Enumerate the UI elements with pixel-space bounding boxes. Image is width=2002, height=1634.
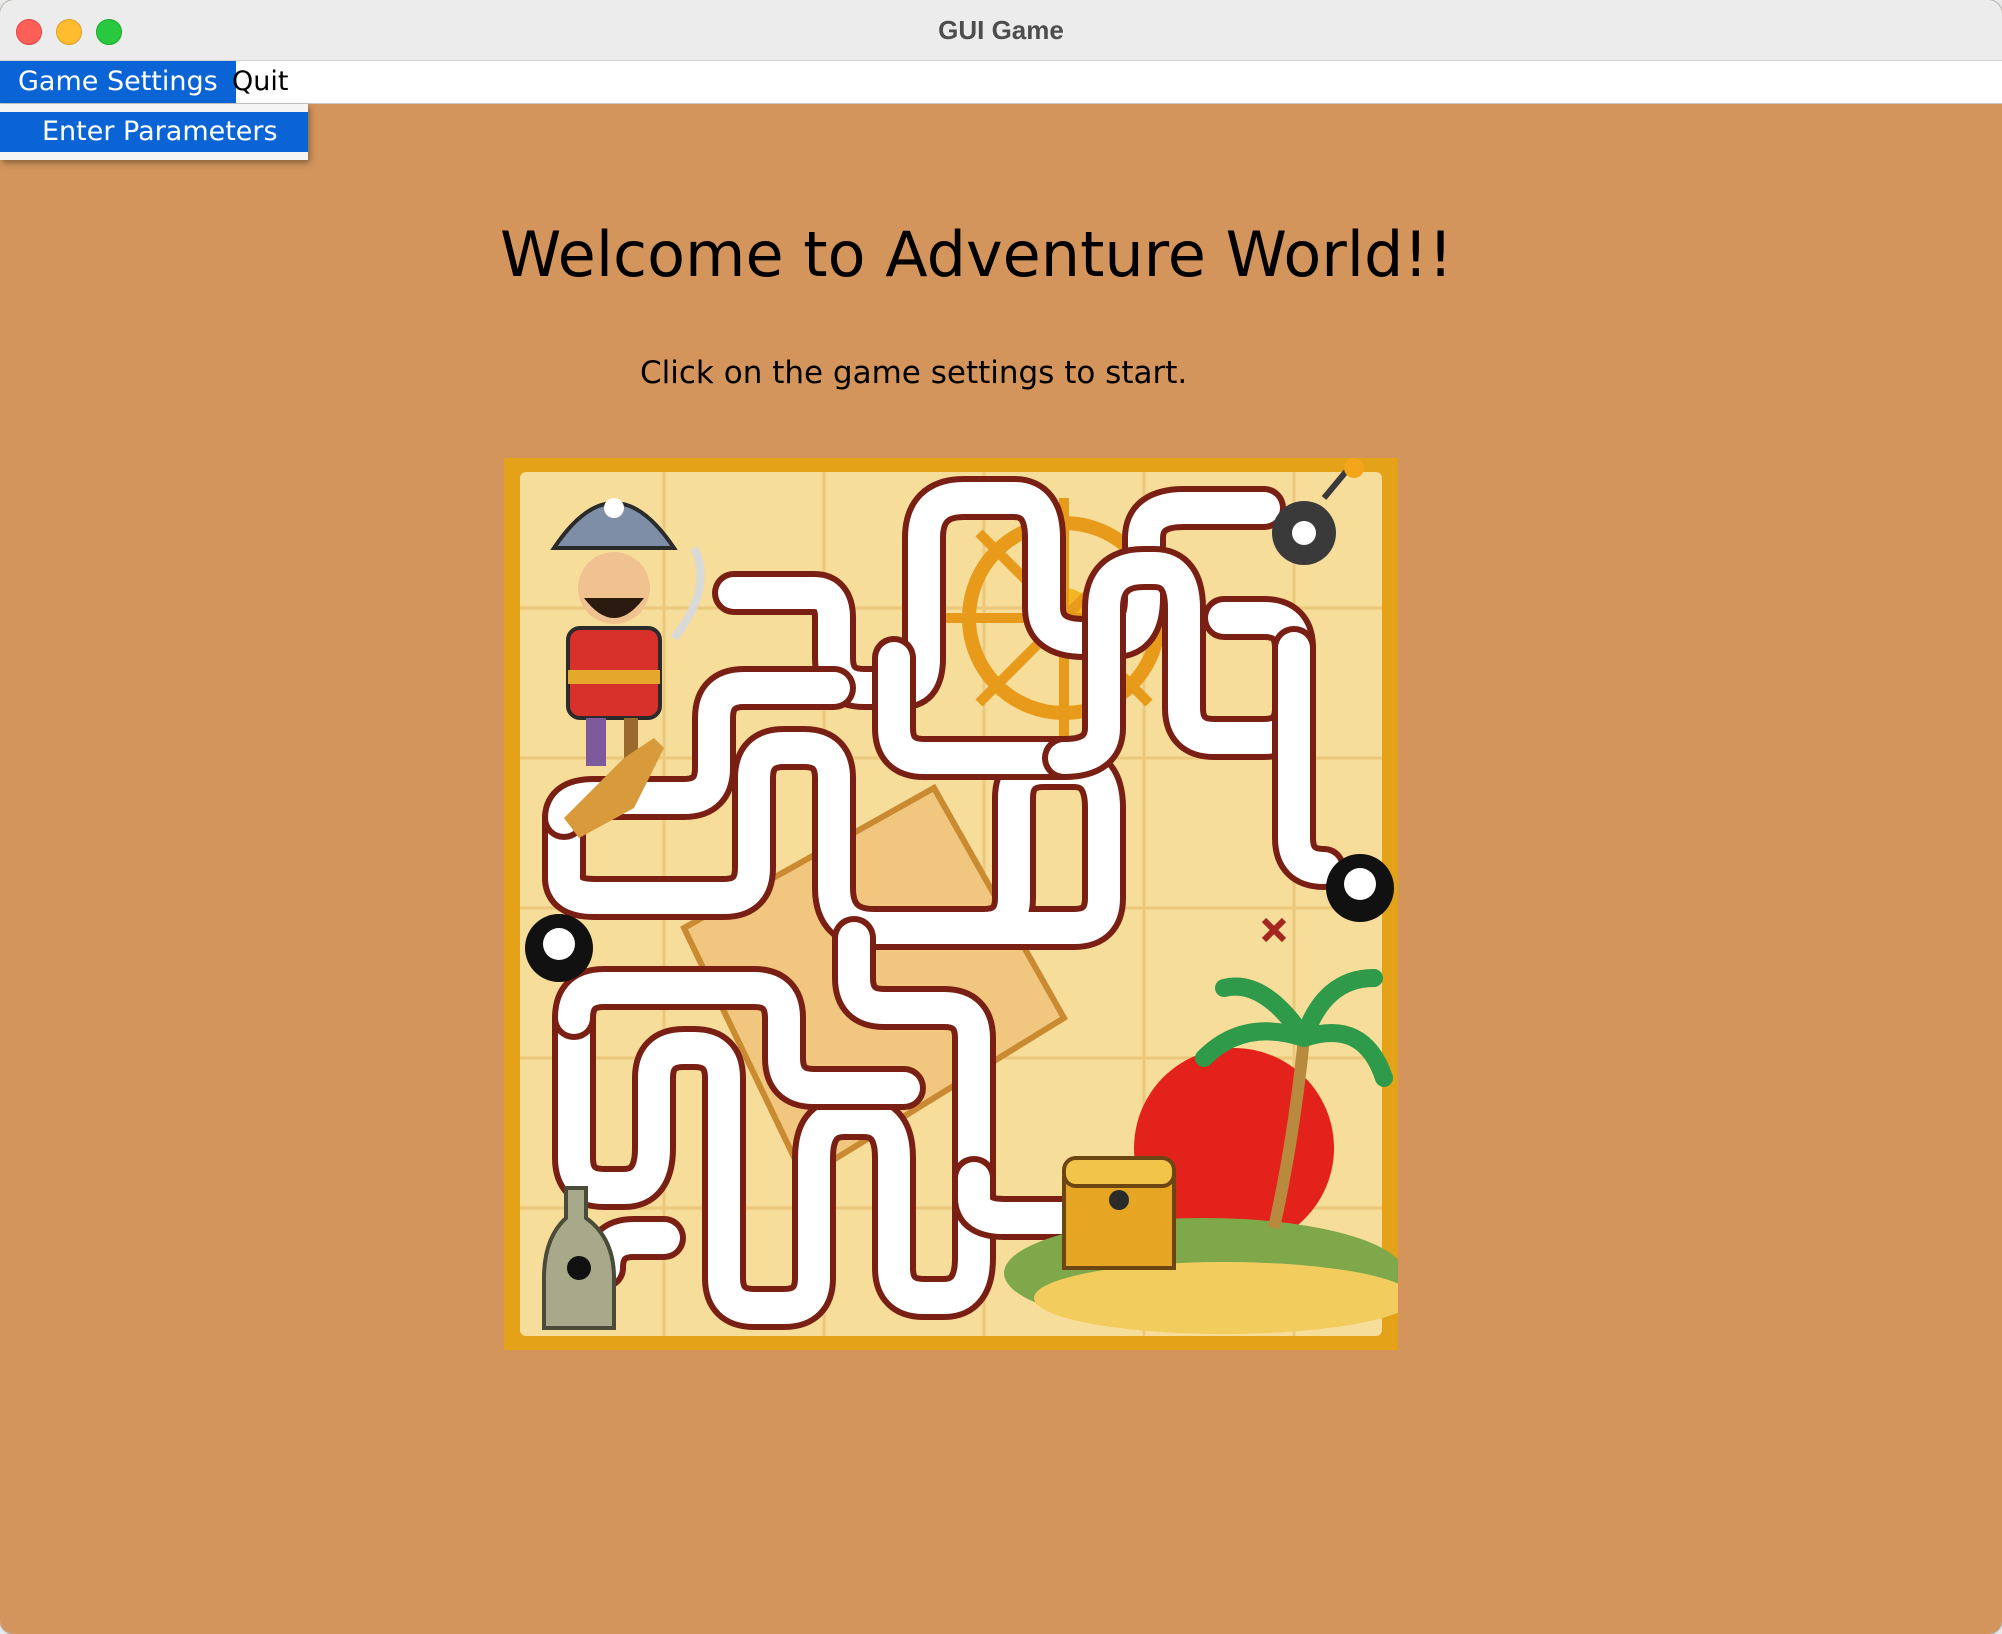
menu-game-settings[interactable]: Game Settings bbox=[0, 61, 236, 103]
game-settings-dropdown: Enter Parameters bbox=[0, 104, 308, 160]
welcome-heading: Welcome to Adventure World!! bbox=[500, 218, 1454, 291]
menu-item-enter-parameters[interactable]: Enter Parameters bbox=[0, 112, 308, 152]
instruction-text: Click on the game settings to start. bbox=[640, 355, 1188, 391]
menu-bar: Game Settings Quit bbox=[0, 61, 2002, 104]
window-title: GUI Game bbox=[938, 15, 1064, 45]
title-bar: GUI Game bbox=[0, 0, 2002, 61]
maze-image bbox=[504, 458, 1414, 1350]
maze-illustration bbox=[504, 458, 1414, 1350]
app-window: GUI Game Game Settings Quit Enter Parame… bbox=[0, 0, 2002, 1634]
menu-quit[interactable]: Quit bbox=[214, 61, 306, 103]
